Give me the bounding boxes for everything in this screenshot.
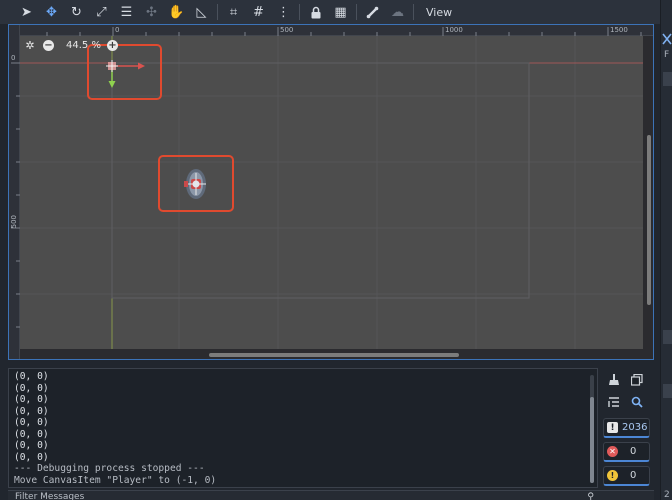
log-line: (0, 0) (14, 428, 49, 440)
message-icon: ! (607, 422, 618, 433)
output-scrollbar[interactable] (590, 375, 594, 483)
ruler-label: 1500 (610, 26, 628, 34)
log-line: (0, 0) (14, 371, 49, 382)
vertical-ruler: 0 500 (9, 25, 20, 359)
zoom-level[interactable]: 44.5 % (66, 40, 101, 51)
log-line: (0, 0) (14, 405, 49, 417)
zoom-out-icon[interactable]: − (43, 39, 54, 51)
log-line: (0, 0) (14, 451, 49, 463)
search-icon[interactable] (628, 393, 646, 411)
skeleton-bone-icon[interactable] (360, 1, 385, 23)
ruler-icon[interactable]: ◺ (189, 1, 214, 23)
log-line: (0, 0) (14, 382, 49, 394)
ruler-label: 0 (115, 26, 120, 34)
player-sprite[interactable] (182, 167, 210, 205)
warnings-toggle[interactable]: ! 0 (603, 466, 650, 486)
log-line: Move CanvasItem "Player" to (-1, 0) (14, 474, 217, 486)
dock-tab[interactable] (663, 72, 672, 86)
toolbar-separator (356, 4, 357, 20)
filter-search-icon: ⚲ (587, 492, 594, 500)
dock-tab[interactable] (663, 330, 672, 344)
warning-count: 0 (630, 470, 637, 481)
dock-count: 2 (664, 490, 670, 500)
pan-hand-icon[interactable]: ✋ (164, 1, 189, 23)
log-line: (0, 0) (14, 440, 49, 451)
collapse-lines-icon[interactable] (605, 393, 623, 411)
toolbar-separator (413, 4, 414, 20)
ruler-label: 500 (10, 215, 18, 229)
more-options-icon[interactable]: ⋮ (271, 1, 296, 23)
clear-broom-icon[interactable] (605, 371, 623, 389)
ruler-label: 0 (11, 54, 16, 62)
output-side-toolbar: ! 2036 ✕ 0 ! 0 (600, 368, 654, 488)
zoom-in-icon[interactable]: + (106, 39, 118, 51)
move-gizmo[interactable] (100, 50, 150, 94)
node-icon[interactable] (662, 30, 672, 45)
pivot-icon[interactable]: ✣ (139, 1, 164, 23)
message-count: 2036 (622, 422, 648, 433)
center-view-icon[interactable]: ✲ (23, 38, 37, 52)
right-dock-strip: F 2 (660, 0, 672, 500)
group-icon[interactable]: ▦ (328, 1, 353, 23)
view-menu-button[interactable]: View (419, 4, 459, 21)
scale-icon[interactable]: ⤢ (89, 1, 114, 23)
grid-snap-icon[interactable]: # (246, 1, 271, 23)
error-count: 0 (630, 446, 637, 457)
error-icon: ✕ (607, 446, 618, 457)
move-icon[interactable]: ✥ (39, 1, 64, 23)
rotate-icon[interactable]: ↻ (64, 1, 89, 23)
log-line: (0, 0) (14, 394, 49, 405)
toolbar-separator (217, 4, 218, 20)
toolbar-separator (299, 4, 300, 20)
dock-tab-label[interactable]: F (664, 50, 669, 60)
cloud-icon[interactable]: ☁ (385, 1, 410, 23)
warning-icon: ! (607, 470, 618, 481)
log-line: (0, 0) (14, 417, 49, 428)
ruler-label: 1000 (445, 26, 463, 34)
log-messages-toggle[interactable]: ! 2036 (603, 418, 650, 438)
select-arrow-icon[interactable]: ➤ (14, 1, 39, 23)
log-line: --- Debugging process stopped --- (14, 463, 205, 474)
scene-canvas[interactable] (20, 36, 643, 349)
list-select-icon[interactable]: ☰ (114, 1, 139, 23)
zoom-controls: ✲ − 44.5 % + (23, 38, 118, 52)
smart-snap-icon[interactable]: ⌗ (221, 1, 246, 23)
dock-tab[interactable] (663, 384, 672, 398)
horizontal-scrollbar[interactable] (209, 353, 459, 357)
errors-toggle[interactable]: ✕ 0 (603, 442, 650, 462)
canvas-viewport[interactable]: 0 500 1000 1500 0 500 ✲ − 44.5 % + (8, 24, 654, 360)
filter-messages-input[interactable]: Filter Messages ⚲ (8, 490, 654, 500)
canvas-toolbar: ➤ ✥ ↻ ⤢ ☰ ✣ ✋ ◺ ⌗ # ⋮ ▦ ☁ View (0, 0, 660, 24)
copy-icon[interactable] (628, 371, 646, 389)
editor-root: ➤ ✥ ↻ ⤢ ☰ ✣ ✋ ◺ ⌗ # ⋮ ▦ ☁ View F 2 0 500… (0, 0, 672, 500)
ruler-label: 500 (280, 26, 294, 34)
vertical-scrollbar[interactable] (647, 135, 651, 305)
lock-icon[interactable] (303, 1, 328, 23)
horizontal-ruler: 0 500 1000 1500 (9, 25, 653, 36)
filter-placeholder: Filter Messages (15, 492, 85, 500)
output-log[interactable]: (0, 0) (0, 0) (0, 0) (0, 0) (0, 0) (0, 0… (8, 368, 598, 488)
